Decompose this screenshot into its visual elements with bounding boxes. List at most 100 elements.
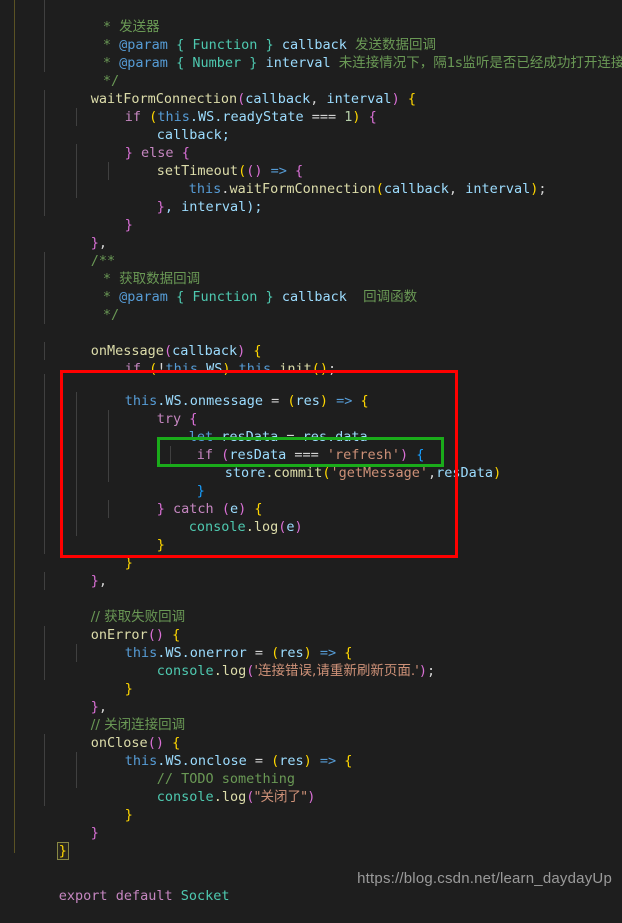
- token-brace: {: [344, 753, 353, 769]
- code-line[interactable]: onError() {: [0, 608, 180, 643]
- token-comma: ,: [98, 573, 108, 589]
- token-brace-match-highlight: }: [56, 842, 69, 860]
- code-line-blank[interactable]: [0, 306, 49, 324]
- token-jsdoc-end: */: [94, 307, 120, 323]
- token-param: res: [295, 393, 320, 409]
- token-brace: }: [90, 825, 99, 841]
- code-line[interactable]: /**: [0, 234, 115, 269]
- code-line[interactable]: * 发送器: [0, 0, 160, 35]
- code-line[interactable]: * 获取数据回调: [0, 252, 200, 287]
- code-line[interactable]: },: [0, 216, 107, 251]
- token-paren: ): [418, 663, 427, 679]
- code-line[interactable]: this.WS.onmessage = (res) => {: [0, 374, 369, 409]
- token-method-call: .log: [245, 519, 279, 535]
- code-line[interactable]: */: [0, 54, 119, 89]
- code-editor: * 发送器 * @param { Function } callback 发送数…: [0, 0, 622, 904]
- code-line[interactable]: }: [0, 198, 133, 233]
- token-brace: {: [399, 91, 416, 107]
- token-argument: resData: [436, 465, 494, 481]
- code-line[interactable]: // TODO something: [0, 752, 295, 787]
- code-line[interactable]: }: [0, 806, 99, 841]
- code-line[interactable]: store.commit('getMessage',resData): [0, 446, 501, 481]
- token-operator: ===: [303, 109, 345, 125]
- token-keyword-export: export: [58, 888, 108, 904]
- code-line-blank[interactable]: [0, 572, 49, 590]
- code-line[interactable]: console.log(e): [0, 500, 303, 535]
- code-line[interactable]: }: [0, 536, 133, 571]
- code-line[interactable]: }: [0, 464, 205, 499]
- code-line[interactable]: export default Socket: [0, 869, 230, 904]
- code-line[interactable]: onMessage(callback) {: [0, 324, 262, 359]
- token-paren: ): [307, 789, 316, 805]
- watermark-url: https://blog.csdn.net/learn_daydayUp: [357, 870, 612, 887]
- token-console-object: console: [156, 789, 214, 805]
- token-object: store: [224, 465, 266, 481]
- code-line[interactable]: } catch (e) {: [0, 482, 263, 517]
- token-comma: ,: [428, 465, 437, 481]
- token-console-object: console: [156, 663, 214, 679]
- code-content[interactable]: * 发送器 * @param { Function } callback 发送数…: [0, 0, 622, 904]
- token-jsdoc-param-name: callback: [281, 289, 347, 305]
- token-argument: callback: [383, 181, 449, 197]
- code-line[interactable]: console.log("关闭了"): [0, 770, 315, 805]
- code-line[interactable]: }: [0, 824, 69, 860]
- code-line[interactable]: */: [0, 288, 119, 323]
- token-jsdoc-type: Function: [192, 289, 258, 305]
- token-jsdoc-tag: @param: [119, 55, 168, 71]
- token-semicolon: ;: [538, 181, 547, 197]
- token-paren: ): [319, 393, 329, 409]
- token-keyword-default: default: [107, 888, 173, 904]
- token-assign: =: [262, 393, 288, 409]
- code-line[interactable]: this.WS.onerror = (res) => {: [0, 626, 352, 661]
- code-line[interactable]: }: [0, 662, 133, 697]
- code-line[interactable]: if (this.WS.readyState === 1) {: [0, 90, 377, 125]
- code-line[interactable]: } else {: [0, 126, 190, 161]
- code-line[interactable]: * @param { Function } callback 回调函数: [0, 270, 417, 305]
- token-argument: interval: [465, 181, 531, 197]
- code-line[interactable]: },: [0, 680, 107, 715]
- token-paren: ): [294, 519, 303, 535]
- code-line[interactable]: callback;: [0, 108, 230, 143]
- token-console-object: console: [188, 519, 246, 535]
- code-line[interactable]: }, interval);: [0, 180, 262, 215]
- code-line[interactable]: onClose() {: [0, 716, 180, 751]
- code-line[interactable]: this.waitFormConnection(callback, interv…: [0, 162, 547, 197]
- token-brace: {: [360, 109, 377, 125]
- token-paren: ): [303, 753, 312, 769]
- token-brace: }: [90, 573, 99, 589]
- code-line[interactable]: console.log('连接错误,请重新刷新页面.');: [0, 644, 435, 679]
- code-line[interactable]: * @param { Number } interval 未连接情况下，隔1s监…: [0, 36, 622, 71]
- code-line[interactable]: // 关闭连接回调: [0, 698, 185, 733]
- code-line[interactable]: * @param { Function } callback 发送数据回调: [0, 18, 436, 53]
- token-comma: ,: [448, 181, 466, 197]
- token-jsdoc-type: Number: [192, 55, 242, 71]
- token-brace: }: [124, 681, 133, 697]
- token-brace: {: [360, 393, 369, 409]
- token-paren: ): [391, 91, 400, 107]
- token-jsdoc-desc: 回调函数: [363, 289, 418, 305]
- token-brace: }: [124, 217, 133, 233]
- code-line[interactable]: }: [0, 788, 133, 823]
- token-paren: ): [352, 109, 361, 125]
- token-paren: ): [493, 465, 502, 481]
- token-semicolon: ;: [427, 663, 436, 679]
- token-jsdoc-brace-close: }: [265, 289, 274, 305]
- token-string: '连接错误,请重新刷新页面.': [254, 663, 419, 679]
- token-method-call: .commit: [265, 465, 323, 481]
- token-brace: }: [124, 555, 133, 571]
- token-brace: }: [124, 807, 133, 823]
- code-line[interactable]: setTimeout(() => {: [0, 144, 303, 179]
- code-line[interactable]: let resData = res.data: [0, 410, 368, 445]
- code-line[interactable]: waitFormConnection(callback, interval) {: [0, 72, 416, 107]
- code-line[interactable]: try {: [0, 392, 197, 427]
- code-line[interactable]: }: [0, 518, 165, 553]
- code-line[interactable]: },: [0, 554, 107, 589]
- code-line[interactable]: if (!this.WS) this.init();: [0, 342, 336, 377]
- token-paren: (: [375, 181, 384, 197]
- code-line[interactable]: if (resData === 'refresh') {: [0, 428, 424, 463]
- token-jsdoc-desc: 未连接情况下，隔1s监听是否已经成功打开连接: [338, 55, 622, 71]
- code-line[interactable]: this.WS.onclose = (res) => {: [0, 734, 352, 769]
- token-class-name: Socket: [172, 888, 230, 904]
- code-line[interactable]: // 获取失败回调: [0, 590, 185, 625]
- token-method-call: .log: [213, 663, 247, 679]
